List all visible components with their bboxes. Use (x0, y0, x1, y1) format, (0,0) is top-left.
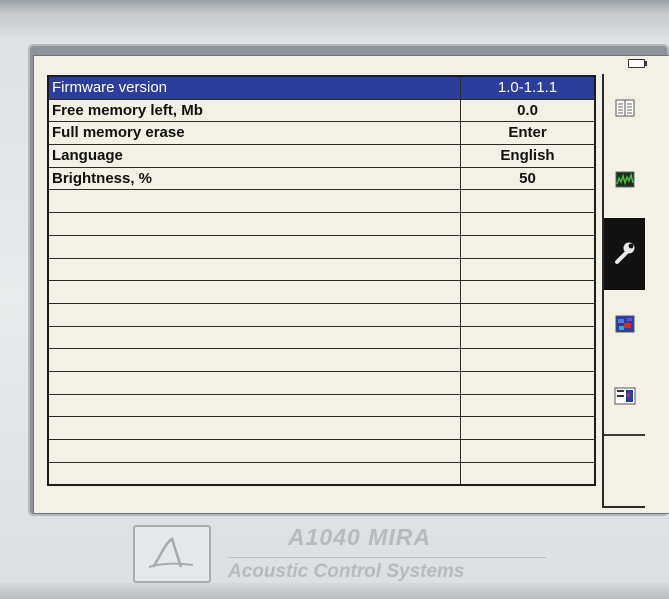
setting-label (47, 325, 461, 350)
setting-label (47, 189, 461, 214)
setting-label (47, 439, 461, 463)
setting-value: 50 (460, 166, 596, 191)
settings-row[interactable] (47, 416, 596, 440)
setting-label: Firmware version (47, 75, 461, 100)
settings-row[interactable] (47, 189, 596, 214)
settings-row[interactable] (47, 280, 596, 304)
sidebar-tab-color-map[interactable] (604, 290, 645, 364)
document-list-icon (615, 99, 635, 122)
settings-row[interactable] (47, 461, 596, 486)
settings-row[interactable]: Brightness, % 50 (47, 166, 596, 191)
settings-row[interactable] (47, 370, 596, 395)
setting-label (47, 234, 461, 259)
setting-label: Language (47, 144, 461, 168)
setting-value: English (460, 144, 596, 168)
setting-label (47, 416, 461, 440)
brand-logo (133, 525, 211, 583)
sidebar-tab-report[interactable] (604, 362, 645, 436)
sidebar-tab-waveform[interactable] (604, 146, 645, 220)
wrench-icon (612, 239, 638, 270)
setting-value (460, 302, 596, 327)
settings-row[interactable] (47, 393, 596, 418)
setting-label (47, 393, 461, 418)
setting-label: Full memory erase (47, 121, 461, 146)
battery-icon (628, 59, 647, 68)
setting-label (47, 212, 461, 236)
color-map-icon (615, 315, 635, 338)
setting-label (47, 348, 461, 372)
settings-row[interactable] (47, 439, 596, 463)
sidebar-tab-settings[interactable] (604, 218, 645, 292)
settings-row[interactable] (47, 325, 596, 350)
setting-value (460, 393, 596, 418)
device-bottom-edge (0, 583, 669, 599)
settings-row[interactable] (47, 234, 596, 259)
setting-value (460, 212, 596, 236)
setting-value: 1.0-1.1.1 (460, 75, 596, 100)
setting-label: Free memory left, Mb (47, 98, 461, 123)
setting-label (47, 280, 461, 304)
setting-label (47, 461, 461, 486)
setting-value (460, 439, 596, 463)
settings-row[interactable] (47, 257, 596, 282)
sidebar-tab-document-list[interactable] (604, 74, 645, 148)
settings-row[interactable] (47, 302, 596, 327)
setting-label (47, 257, 461, 282)
setting-label (47, 370, 461, 395)
setting-value (460, 370, 596, 395)
setting-value (460, 416, 596, 440)
setting-label (47, 302, 461, 327)
settings-row[interactable] (47, 348, 596, 372)
settings-row[interactable]: Firmware version 1.0-1.1.1 (47, 75, 596, 100)
setting-value: 0.0 (460, 98, 596, 123)
settings-table: Firmware version 1.0-1.1.1 Free memory lef… (47, 75, 596, 487)
mode-sidebar (602, 74, 645, 508)
device-top-edge (0, 0, 669, 14)
setting-value (460, 189, 596, 214)
setting-value (460, 461, 596, 486)
settings-row[interactable] (47, 212, 596, 236)
device-model: A1040 MIRA (288, 524, 431, 550)
brand-divider (228, 557, 546, 558)
setting-label: Brightness, % (47, 166, 461, 191)
setting-value: Enter (460, 121, 596, 146)
waveform-image-icon (615, 171, 635, 193)
settings-row[interactable]: Free memory left, Mb 0.0 (47, 98, 596, 123)
report-layout-icon (614, 387, 636, 410)
setting-value (460, 325, 596, 350)
setting-value (460, 280, 596, 304)
setting-value (460, 257, 596, 282)
settings-row[interactable]: Full memory erase Enter (47, 121, 596, 146)
company-name: Acoustic Control Systems (228, 561, 465, 582)
setting-value (460, 234, 596, 259)
settings-row[interactable]: Language English (47, 144, 596, 168)
setting-value (460, 348, 596, 372)
